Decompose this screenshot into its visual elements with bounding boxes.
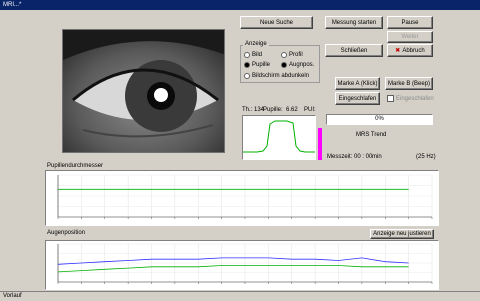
pupille-label: Pupille: [263,107,283,113]
status-text: Vorlauf [3,293,22,299]
radio-bildschirm[interactable] [244,73,250,79]
pui-bar [318,128,322,160]
statusbar: Vorlauf [0,291,480,300]
pupil-diameter-chart [45,170,439,226]
option-bild[interactable]: Bild [244,52,262,58]
radio-pupille[interactable] [244,62,250,68]
eye-panel-title: Augenposition [47,230,86,236]
eye-position-chart [45,240,439,290]
abbruch-button[interactable]: ✖ Abbruch [387,44,433,57]
option-augpos[interactable]: Augnpos. [281,62,314,68]
neue-suche-button[interactable]: Neue Suche [240,16,313,29]
option-bildschirm-abdunkeln[interactable]: Bildschirm abdunkeln [244,73,309,79]
pupil-profile-chart [242,115,316,160]
option-pupille[interactable]: Pupille [244,62,270,68]
radio-profil[interactable] [281,52,287,58]
eingeschlafen-checkbox[interactable]: Eingeschlafen [387,95,434,102]
progress-bar: 0% [326,114,433,125]
rate-label: (25 Hz) [416,154,436,160]
series-line-0 [57,257,409,265]
anzeige-neu-justieren-button[interactable]: Anzeige neu justieren [370,229,434,239]
pupil-panel-title: Pupillendurchmesser [47,163,104,169]
eingeschlafen-check[interactable] [387,95,394,102]
pupille-value: 6.62 [286,107,298,113]
anzeige-label: Anzeige [243,41,269,47]
radio-bild[interactable] [244,52,250,58]
window-title: MRI...* [3,2,22,8]
messung-starten-button[interactable]: Messung starten [325,16,383,29]
eingeschlafen-button[interactable]: Eingeschlafen [335,92,380,105]
mrs-trend-label: MRS Trend [356,132,387,138]
profile-trace [243,120,315,153]
threshold-label: Th.: 134 [242,107,265,113]
abort-x-icon: ✖ [395,48,401,54]
schliessen-button[interactable]: Schließen [325,44,383,57]
progress-text: 0% [375,116,384,122]
window-titlebar: MRI...* [0,0,480,10]
pause-button[interactable]: Pause [387,16,433,29]
weiter-button[interactable]: Weiter [387,31,433,43]
pui-label: PUI: [304,107,316,113]
marke-a-button[interactable]: Marke A (Klick) [335,77,380,90]
marke-b-button[interactable]: Marke B (Beep) [385,77,433,90]
series-line-1 [57,265,409,273]
option-profil[interactable]: Profil [281,52,303,58]
eye-camera-image [62,29,225,153]
messzeit-label: Messzeit: 00 : 00 [327,154,373,160]
messzeit-unit: min [372,154,382,160]
radio-augpos[interactable] [281,62,287,68]
